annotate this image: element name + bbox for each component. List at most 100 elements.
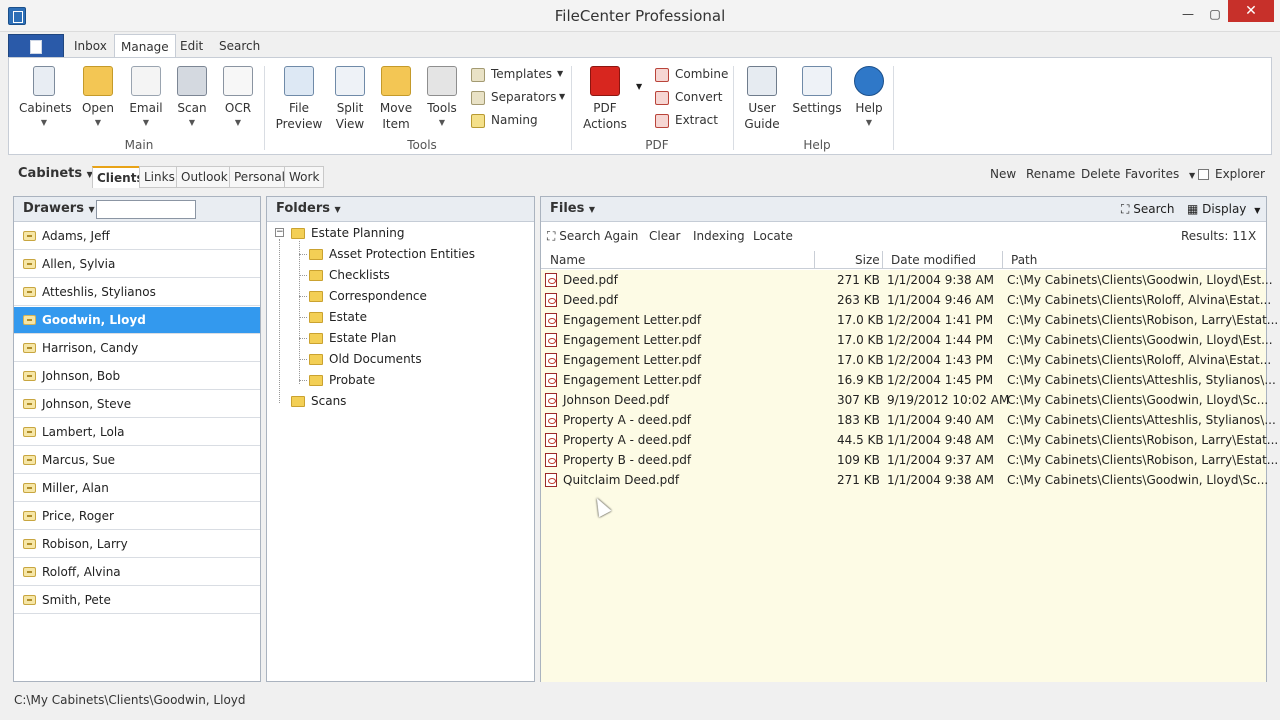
drawer-item[interactable]: Atteshlis, Stylianos [14, 279, 260, 306]
open-button[interactable]: Open ▼ [75, 66, 121, 127]
drawer-item[interactable]: Harrison, Candy [14, 335, 260, 362]
combine-button[interactable]: Combine [655, 64, 728, 84]
tab-edit[interactable]: Edit [174, 34, 209, 58]
delete-button[interactable]: Delete [1081, 167, 1120, 181]
search-button[interactable]: ⛶ Search [1121, 202, 1174, 217]
settings-button[interactable]: Settings [789, 66, 845, 116]
file-row[interactable]: Property A - deed.pdf 183 KB 1/1/2004 9:40… [541, 410, 1276, 430]
folder-item[interactable]: Checklists [309, 265, 390, 286]
column-date-modified[interactable]: Date modified [891, 253, 976, 267]
move-item-button[interactable]: Move Item [373, 66, 419, 132]
user-guide-button[interactable]: User Guide [739, 66, 785, 132]
drawer-item[interactable]: Roloff, Alvina [14, 559, 260, 586]
file-row[interactable]: Engagement Letter.pdf 17.0 KB 1/2/2004 1:4… [541, 330, 1273, 350]
file-name: Engagement Letter.pdf [563, 333, 702, 347]
ocr-button[interactable]: OCR ▼ [215, 66, 261, 127]
folder-estate-planning[interactable]: Estate Planning [291, 223, 405, 244]
drawer-item[interactable]: Lambert, Lola [14, 419, 260, 446]
tools-icon [427, 66, 457, 96]
file-row[interactable]: Johnson Deed.pdf 307 KB 9/19/2012 10:02 AM… [541, 390, 1268, 410]
tab-inbox[interactable]: Inbox [68, 34, 113, 58]
tab-links[interactable]: Links [139, 166, 180, 188]
pdf-actions-button[interactable]: PDF Actions [579, 66, 631, 132]
drawers-dropdown[interactable]: Drawers ▼ [23, 201, 95, 216]
locate-button[interactable]: Locate [753, 229, 793, 243]
drawer-item[interactable]: Price, Roger [14, 503, 260, 530]
convert-button[interactable]: Convert [655, 87, 722, 107]
clear-button[interactable]: Clear [649, 229, 680, 243]
folders-dropdown[interactable]: Folders ▼ [276, 201, 341, 216]
naming-button[interactable]: Naming [471, 110, 538, 130]
cabinets-button[interactable]: Cabinets ▼ [19, 66, 72, 127]
folder-label: Correspondence [329, 289, 427, 303]
drawer-item[interactable]: Smith, Pete [14, 587, 260, 614]
files-header: Files ▼ ⛶ Search ▦ Display ▼ [541, 197, 1266, 222]
extract-icon [655, 113, 669, 128]
column-path[interactable]: Path [1011, 253, 1037, 267]
tab-search[interactable]: Search [213, 34, 266, 58]
file-row[interactable]: Deed.pdf 263 KB 1/1/2004 9:46 AM C:\My Cabi… [541, 290, 1271, 310]
search-again-button[interactable]: ⛶ Search Again [547, 229, 638, 244]
cabinets-dropdown[interactable]: Cabinets ▼ [18, 166, 93, 181]
tab-outlook[interactable]: Outlook [176, 166, 233, 188]
column-name[interactable]: Name [550, 253, 585, 267]
tab-work[interactable]: Work [284, 166, 325, 188]
column-divider[interactable] [882, 251, 883, 269]
indexing-button[interactable]: Indexing [693, 229, 745, 243]
help-button[interactable]: Help ▼ [847, 66, 891, 127]
collapse-icon[interactable]: − [275, 228, 284, 237]
folder-scans[interactable]: Scans [291, 391, 346, 412]
tab-manage[interactable]: Manage [114, 34, 176, 59]
file-name: Property B - deed.pdf [563, 453, 692, 467]
close-results-button[interactable]: X [1248, 229, 1256, 243]
tab-personal[interactable]: Personal [229, 166, 291, 188]
chevron-down-icon[interactable]: ▼ [636, 82, 642, 91]
drawer-icon [23, 315, 36, 325]
folder-item[interactable]: Estate [309, 307, 367, 328]
minimize-icon[interactable]: — [1176, 4, 1200, 24]
split-view-button[interactable]: Split View [327, 66, 373, 132]
display-dropdown[interactable]: ▦ Display ▼ [1187, 202, 1260, 216]
folder-item[interactable]: Old Documents [309, 349, 422, 370]
column-size[interactable]: Size [855, 253, 880, 267]
drawer-item[interactable]: Goodwin, Lloyd [14, 307, 260, 334]
new-button[interactable]: New [990, 167, 1016, 181]
templates-button[interactable]: Templates ▼ [471, 64, 563, 84]
close-icon[interactable]: ✕ [1228, 0, 1274, 22]
favorites-dropdown[interactable]: Favorites ▼ [1125, 167, 1195, 181]
rename-button[interactable]: Rename [1026, 167, 1075, 181]
folder-item[interactable]: Estate Plan [309, 328, 396, 349]
file-menu-button[interactable] [8, 34, 64, 58]
drawer-item[interactable]: Adams, Jeff [14, 223, 260, 250]
folder-item[interactable]: Correspondence [309, 286, 427, 307]
checkbox-icon [1198, 169, 1209, 180]
drawer-filter-input[interactable] [96, 200, 196, 219]
tools-button[interactable]: Tools ▼ [419, 66, 465, 127]
file-preview-button[interactable]: File Preview [273, 66, 325, 132]
file-row[interactable]: Engagement Letter.pdf 17.0 KB 1/2/2004 1:4… [541, 310, 1278, 330]
drawer-item[interactable]: Miller, Alan [14, 475, 260, 502]
folder-item[interactable]: Probate [309, 370, 375, 391]
drawer-item[interactable]: Johnson, Bob [14, 363, 260, 390]
file-row[interactable]: Quitclaim Deed.pdf 271 KB 1/1/2004 9:38 AM… [541, 470, 1268, 490]
scan-button[interactable]: Scan ▼ [169, 66, 215, 127]
file-row[interactable]: Property B - deed.pdf 109 KB 1/1/2004 9:37… [541, 450, 1278, 470]
drawer-item[interactable]: Allen, Sylvia [14, 251, 260, 278]
column-divider[interactable] [814, 251, 815, 269]
drawer-item[interactable]: Robison, Larry [14, 531, 260, 558]
separators-button[interactable]: Separators ▼ [471, 87, 565, 107]
drawer-label: Johnson, Steve [42, 397, 132, 411]
email-button[interactable]: Email ▼ [123, 66, 169, 127]
drawer-item[interactable]: Marcus, Sue [14, 447, 260, 474]
file-row[interactable]: Property A - deed.pdf 44.5 KB 1/1/2004 9:4… [541, 430, 1278, 450]
file-row[interactable]: Deed.pdf 271 KB 1/1/2004 9:38 AM C:\My Cabi… [541, 270, 1273, 290]
drawer-item[interactable]: Johnson, Steve [14, 391, 260, 418]
file-row[interactable]: Engagement Letter.pdf 16.9 KB 1/2/2004 1:4… [541, 370, 1276, 390]
file-row[interactable]: Engagement Letter.pdf 17.0 KB 1/2/2004 1:4… [541, 350, 1271, 370]
maximize-icon[interactable]: ▢ [1203, 4, 1227, 24]
column-divider[interactable] [1002, 251, 1003, 269]
files-dropdown[interactable]: Files ▼ [550, 201, 595, 216]
extract-button[interactable]: Extract [655, 110, 718, 130]
explorer-checkbox[interactable]: Explorer [1198, 167, 1265, 181]
folder-item[interactable]: Asset Protection Entities [309, 244, 475, 265]
